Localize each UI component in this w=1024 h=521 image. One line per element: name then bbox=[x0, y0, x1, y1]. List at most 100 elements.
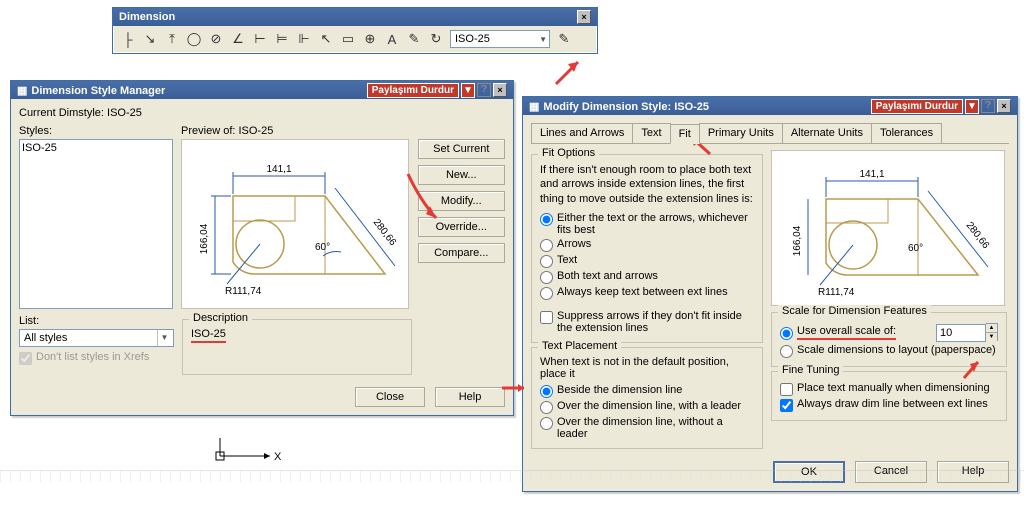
dim-continue-icon[interactable]: ⊩ bbox=[296, 31, 312, 47]
fit-intro: If there isn't enough room to place both… bbox=[540, 163, 754, 206]
dim-baseline-icon[interactable]: ⊨ bbox=[274, 31, 290, 47]
svg-text:X: X bbox=[274, 451, 282, 463]
dsm-titlebar[interactable]: ▦Dimension Style Manager Paylaşımı Durdu… bbox=[11, 81, 513, 99]
dim-right2: 280,66 bbox=[964, 220, 992, 251]
share-dropdown-icon[interactable]: ▼ bbox=[461, 83, 475, 98]
fine-opt-always[interactable]: Always draw dim line between ext lines bbox=[780, 398, 998, 412]
list-select[interactable]: All styles ▼ bbox=[19, 329, 174, 347]
scale-layout-label: Scale dimensions to layout (paperspace) bbox=[797, 344, 996, 356]
fit-opt-arrows[interactable]: Arrows bbox=[540, 238, 754, 252]
fit-opt-keep[interactable]: Always keep text between ext lines bbox=[540, 286, 754, 300]
placement-radio-beside[interactable] bbox=[540, 385, 553, 398]
dimstyle-dropdown-value: ISO-25 bbox=[455, 33, 490, 45]
scale-radio-overall[interactable] bbox=[780, 327, 793, 340]
tab-text[interactable]: Text bbox=[632, 123, 670, 143]
dim-left: 166,04 bbox=[199, 223, 210, 254]
app-icon: ▦ bbox=[17, 85, 27, 97]
placement-beside-label: Beside the dimension line bbox=[557, 384, 682, 396]
close-icon[interactable]: × bbox=[577, 10, 591, 24]
compare-button[interactable]: Compare... bbox=[418, 243, 505, 263]
close-button[interactable]: Close bbox=[355, 387, 425, 407]
xrefs-label: Don't list styles in Xrefs bbox=[36, 351, 149, 363]
scale-value-input[interactable] bbox=[936, 324, 986, 342]
help-icon[interactable]: ? bbox=[981, 99, 995, 113]
dimension-toolbar-window: Dimension × ├ ↘ ⤒ ◯ ⊘ ∠ ⊢ ⊨ ⊩ ↖ ▭ ⊕ A ✎ … bbox=[112, 7, 598, 54]
dim-angle: 60° bbox=[315, 242, 330, 253]
share-stop-badge[interactable]: Paylaşımı Durdur bbox=[871, 99, 963, 114]
toolbar-title: Dimension bbox=[119, 11, 175, 23]
tab-fit[interactable]: Fit bbox=[670, 124, 700, 144]
placement-opt-over-leader[interactable]: Over the dimension line, with a leader bbox=[540, 400, 754, 414]
modify-button[interactable]: Modify... bbox=[418, 191, 505, 211]
tab-primary[interactable]: Primary Units bbox=[699, 123, 783, 143]
fine-check-manual[interactable] bbox=[780, 383, 793, 396]
styles-listbox[interactable]: ISO-25 bbox=[19, 139, 173, 309]
chevron-down-icon: ▼ bbox=[539, 35, 547, 44]
dim-update-icon[interactable]: ↻ bbox=[428, 31, 444, 47]
scale-spinner[interactable]: ▲▼ bbox=[986, 323, 998, 341]
dimstyle-icon[interactable]: ✎ bbox=[556, 31, 572, 47]
dim-leader-icon[interactable]: ↖ bbox=[318, 31, 334, 47]
preview-pane: 141,1 166,04 280,66 R111,74 60° bbox=[181, 139, 409, 309]
dim-top2: 141,1 bbox=[859, 169, 884, 180]
placement-radio-over-leader[interactable] bbox=[540, 401, 553, 414]
tab-tolerances[interactable]: Tolerances bbox=[871, 123, 942, 143]
fit-opt-either[interactable]: Either the text or the arrows, whichever… bbox=[540, 212, 754, 236]
styles-label: Styles: bbox=[19, 125, 173, 137]
modify-preview-pane: 141,1 166,04 280,66 R111,74 60° bbox=[771, 150, 1005, 306]
dim-tedit-icon[interactable]: ✎ bbox=[406, 31, 422, 47]
dim-aligned-icon[interactable]: ↘ bbox=[142, 31, 158, 47]
fit-radio-either[interactable] bbox=[540, 213, 553, 226]
placement-opt-beside[interactable]: Beside the dimension line bbox=[540, 384, 754, 398]
tab-lines[interactable]: Lines and Arrows bbox=[531, 123, 633, 143]
dim-diameter-icon[interactable]: ⊘ bbox=[208, 31, 224, 47]
scale-opt-layout[interactable]: Scale dimensions to layout (paperspace) bbox=[780, 344, 998, 358]
modify-titlebar[interactable]: ▦Modify Dimension Style: ISO-25 Paylaşım… bbox=[523, 97, 1017, 115]
fit-suppress-checkbox[interactable] bbox=[540, 311, 553, 324]
override-button[interactable]: Override... bbox=[418, 217, 505, 237]
dim-center-icon[interactable]: ⊕ bbox=[362, 31, 378, 47]
fit-radio-both[interactable] bbox=[540, 271, 553, 284]
new-button[interactable]: New... bbox=[418, 165, 505, 185]
set-current-button[interactable]: Set Current bbox=[418, 139, 505, 159]
fit-suppress-row[interactable]: Suppress arrows if they don't fit inside… bbox=[540, 310, 754, 334]
fine-opt-manual[interactable]: Place text manually when dimensioning bbox=[780, 382, 998, 396]
fine-always-label: Always draw dim line between ext lines bbox=[797, 398, 988, 410]
app-icon: ▦ bbox=[529, 101, 539, 113]
canvas-ruler bbox=[0, 470, 1024, 482]
dim-ordinate-icon[interactable]: ⤒ bbox=[164, 31, 180, 47]
scale-opt-overall[interactable]: Use overall scale of: ▲▼ bbox=[780, 323, 998, 342]
scale-radio-layout[interactable] bbox=[780, 345, 793, 358]
fit-opt-text[interactable]: Text bbox=[540, 254, 754, 268]
styles-item[interactable]: ISO-25 bbox=[22, 142, 170, 154]
dim-quick-icon[interactable]: ⊢ bbox=[252, 31, 268, 47]
dim-top: 141,1 bbox=[267, 164, 292, 175]
scale-overall-label: Use overall scale of: bbox=[797, 325, 896, 340]
help-icon[interactable]: ? bbox=[477, 83, 491, 97]
placement-radio-over-no[interactable] bbox=[540, 417, 553, 430]
fit-radio-text[interactable] bbox=[540, 255, 553, 268]
help-button[interactable]: Help bbox=[435, 387, 505, 407]
fit-radio-arrows[interactable] bbox=[540, 239, 553, 252]
tab-alternate[interactable]: Alternate Units bbox=[782, 123, 872, 143]
fit-opt-both[interactable]: Both text and arrows bbox=[540, 270, 754, 284]
dim-linear-icon[interactable]: ├ bbox=[120, 31, 136, 47]
dim-tolerance-icon[interactable]: ▭ bbox=[340, 31, 356, 47]
dim-angular-icon[interactable]: ∠ bbox=[230, 31, 246, 47]
share-stop-badge[interactable]: Paylaşımı Durdur bbox=[367, 83, 459, 98]
dim-radius-icon[interactable]: ◯ bbox=[186, 31, 202, 47]
placement-legend: Text Placement bbox=[538, 340, 621, 352]
list-value: All styles bbox=[24, 332, 67, 344]
fine-check-always[interactable] bbox=[780, 399, 793, 412]
dim-edit-icon[interactable]: A bbox=[384, 31, 400, 47]
close-icon[interactable]: × bbox=[997, 99, 1011, 113]
current-dimstyle-label: Current Dimstyle: ISO-25 bbox=[19, 107, 505, 119]
fit-radio-keep[interactable] bbox=[540, 287, 553, 300]
dimension-toolbar-titlebar[interactable]: Dimension × bbox=[113, 8, 597, 26]
placement-opt-over-no[interactable]: Over the dimension line, without a leade… bbox=[540, 416, 754, 440]
share-dropdown-icon[interactable]: ▼ bbox=[965, 99, 979, 114]
close-icon[interactable]: × bbox=[493, 83, 507, 97]
toolbar-body: ├ ↘ ⤒ ◯ ⊘ ∠ ⊢ ⊨ ⊩ ↖ ▭ ⊕ A ✎ ↻ ISO-25 ▼ ✎ bbox=[113, 26, 597, 53]
fit-opt-text-label: Text bbox=[557, 254, 577, 266]
dimstyle-dropdown[interactable]: ISO-25 ▼ bbox=[450, 30, 550, 48]
